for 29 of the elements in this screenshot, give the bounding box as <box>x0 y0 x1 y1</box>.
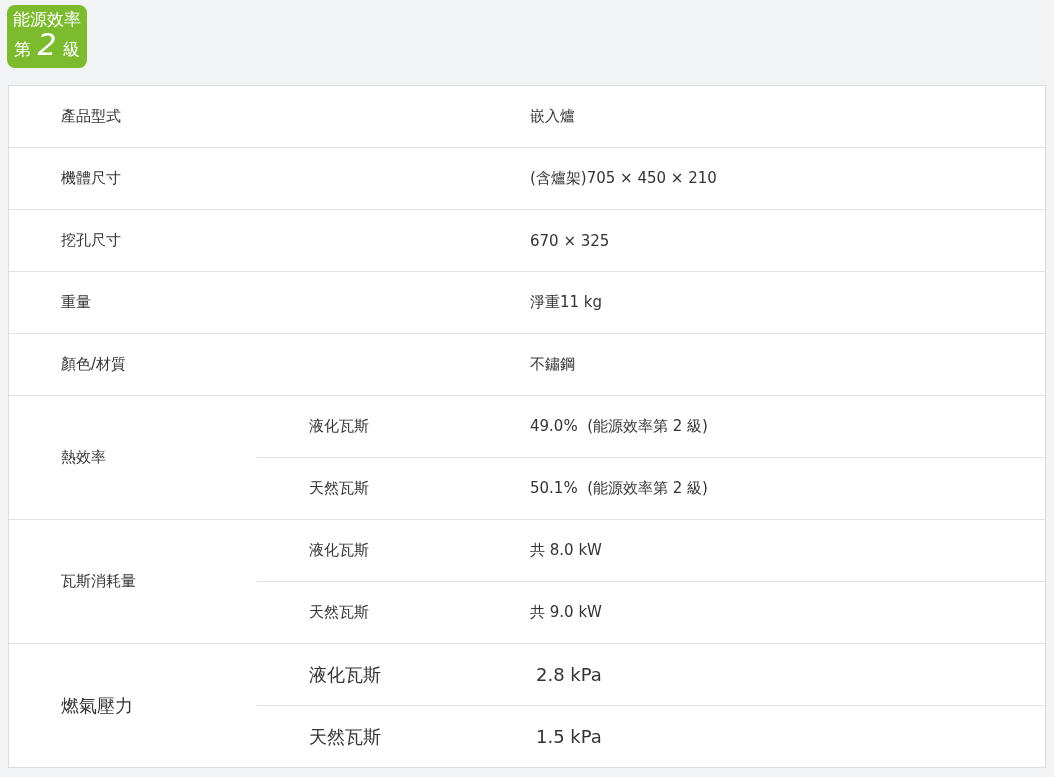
spec-label: 產品型式 <box>60 106 122 127</box>
spec-label: 機體尺寸 <box>60 168 122 189</box>
spec-label: 顏色/材質 <box>60 354 128 375</box>
spec-value: 共 8.0 kW <box>530 540 603 561</box>
gas-type-label: 天然瓦斯 <box>257 457 530 519</box>
spec-label: 重量 <box>60 292 92 313</box>
spec-label: 挖孔尺寸 <box>60 230 122 251</box>
gas-type-label: 液化瓦斯 <box>308 416 370 437</box>
spec-value: 49.0% (能源效率第 2 級) <box>530 416 709 437</box>
gas-type-label: 液化瓦斯 <box>308 662 382 687</box>
spec-label: 瓦斯消耗量 <box>60 572 137 591</box>
spec-value: 嵌入爐 <box>530 106 576 127</box>
spec-value: 共 9.0 kW <box>530 581 1045 643</box>
badge-title: 能源效率 <box>13 8 81 30</box>
spec-value: 1.5 kPa <box>530 705 1045 767</box>
spec-value: (含爐架)705 × 450 × 210 <box>530 168 718 189</box>
spec-value: 不鏽鋼 <box>530 354 576 375</box>
spec-value: 50.1% (能源效率第 2 級) <box>530 457 1045 519</box>
spec-value: 淨重11 kg <box>530 292 604 313</box>
gas-type-label: 天然瓦斯 <box>257 581 530 643</box>
gas-type-label: 液化瓦斯 <box>308 540 370 561</box>
grade-prefix: 第 <box>14 38 32 61</box>
spec-value: 2.8 kPa <box>535 663 603 687</box>
grade-suffix: 級 <box>62 38 80 61</box>
grade-number: 2 <box>37 30 57 60</box>
gas-type-label: 天然瓦斯 <box>257 705 530 767</box>
spec-label: 燃氣壓力 <box>60 693 134 718</box>
spec-label: 熱效率 <box>60 448 107 467</box>
spec-value: 670 × 325 <box>530 230 611 252</box>
